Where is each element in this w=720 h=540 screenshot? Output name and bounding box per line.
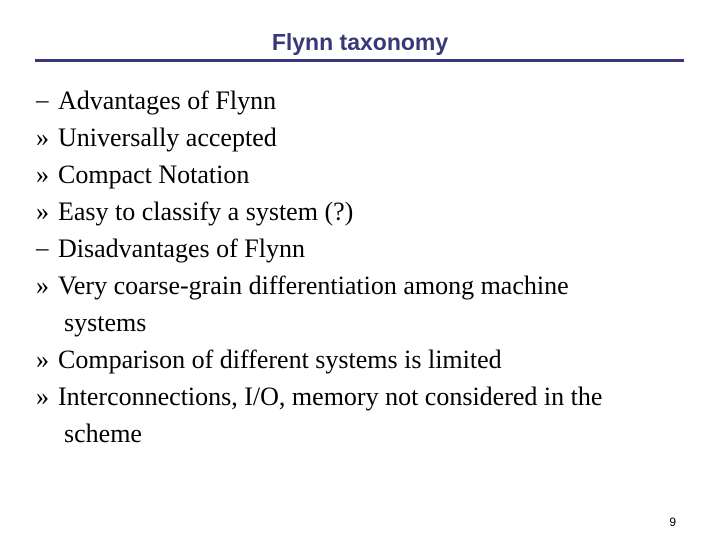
title-divider <box>35 59 684 62</box>
page-title: Flynn taxonomy <box>271 29 449 55</box>
list-item-continuation: systems <box>36 304 686 341</box>
list-item: – Advantages of Flynn <box>36 82 686 119</box>
list-item: » Interconnections, I/O, memory not cons… <box>36 378 686 415</box>
list-item: » Easy to classify a system (?) <box>36 193 686 230</box>
guillemet-bullet-icon: » <box>36 345 49 374</box>
list-item-label: Very coarse-grain differentiation among … <box>58 271 569 300</box>
list-item-label: Interconnections, I/O, memory not consid… <box>58 382 603 411</box>
guillemet-bullet-icon: » <box>36 197 49 226</box>
guillemet-bullet-icon: » <box>36 123 49 152</box>
dash-bullet-icon: – <box>36 235 49 262</box>
page-number: 9 <box>669 515 676 529</box>
guillemet-bullet-icon: » <box>36 271 49 300</box>
presentation-slide: Flynn taxonomy – Advantages of Flynn » U… <box>0 0 720 540</box>
slide-body: – Advantages of Flynn » Universally acce… <box>36 82 686 452</box>
list-item-continuation-label: scheme <box>64 419 142 448</box>
list-item-label: Universally accepted <box>58 123 277 152</box>
list-item-label: Easy to classify a system (?) <box>58 197 354 226</box>
list-item-label: Compact Notation <box>58 160 250 189</box>
guillemet-bullet-icon: » <box>36 160 49 189</box>
list-item-continuation-label: systems <box>64 308 147 337</box>
list-item-continuation: scheme <box>36 415 686 452</box>
list-item-label: Disadvantages of Flynn <box>58 234 305 263</box>
list-item: » Compact Notation <box>36 156 686 193</box>
list-item-label: Advantages of Flynn <box>58 86 277 115</box>
list-item: – Disadvantages of Flynn <box>36 230 686 267</box>
list-item: » Comparison of different systems is lim… <box>36 341 686 378</box>
list-item: » Universally accepted <box>36 119 686 156</box>
guillemet-bullet-icon: » <box>36 382 49 411</box>
dash-bullet-icon: – <box>36 87 49 114</box>
list-item-label: Comparison of different systems is limit… <box>58 345 502 374</box>
list-item: » Very coarse-grain differentiation amon… <box>36 267 686 304</box>
